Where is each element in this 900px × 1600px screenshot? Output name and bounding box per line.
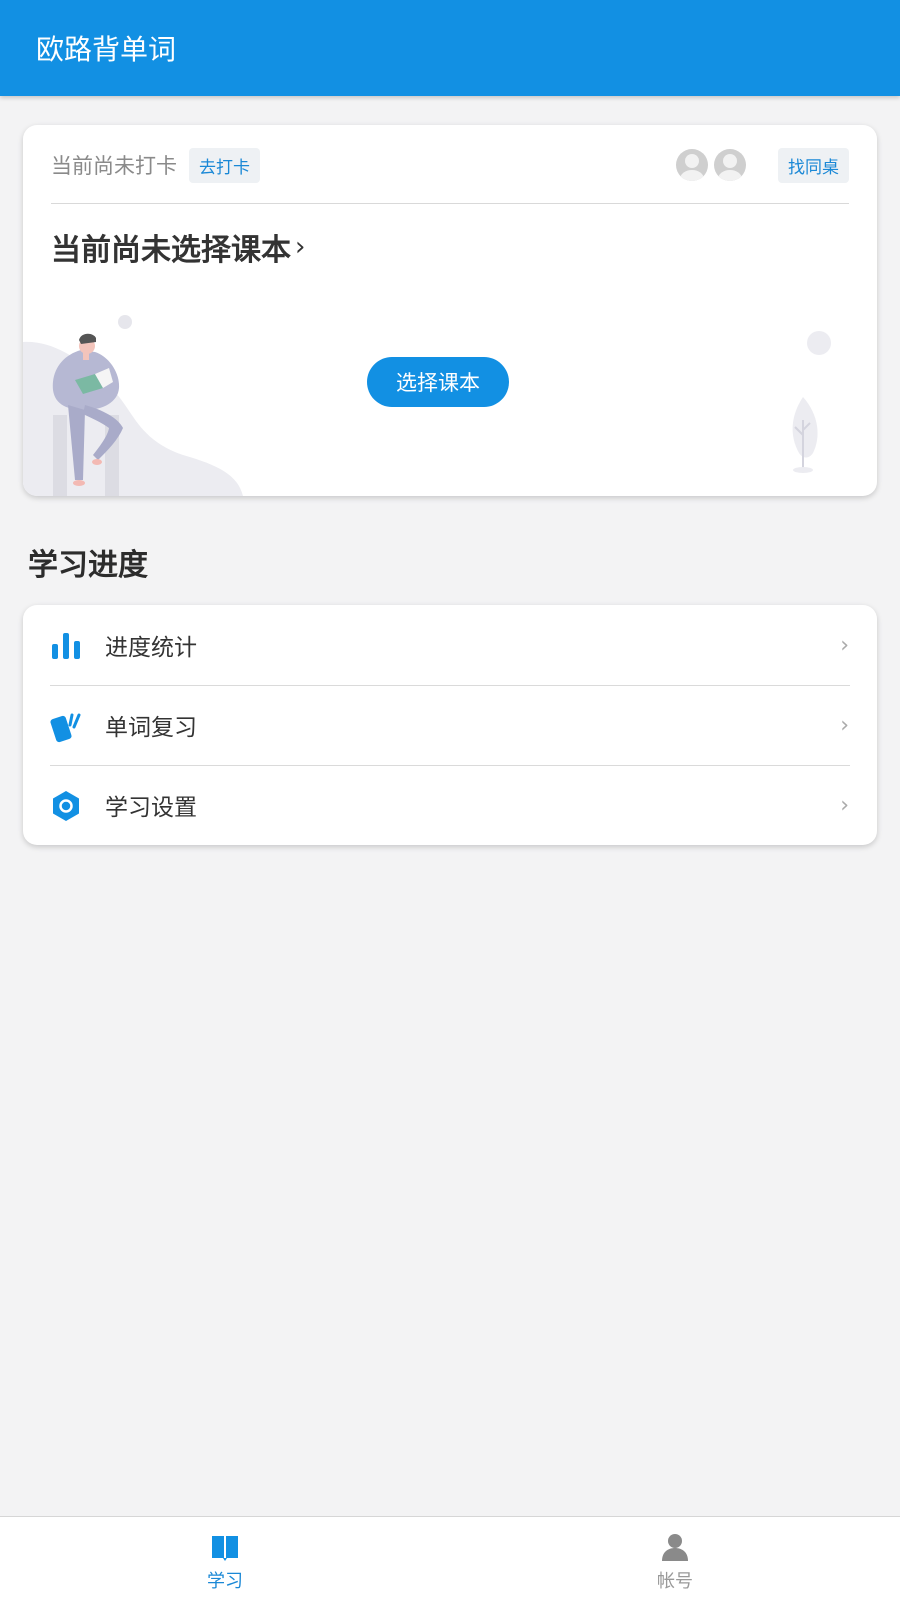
find-deskmate-button[interactable]: 找同桌 — [778, 147, 849, 183]
nav-label-study: 学习 — [207, 1571, 243, 1592]
nav-tab-account[interactable]: 帐号 — [450, 1517, 900, 1600]
checkin-status-text: 当前尚未打卡 — [51, 154, 177, 178]
checkin-card: 当前尚未打卡 去打卡 找同桌 当前尚未选择课本 › 选择课本 — [23, 125, 877, 496]
app-title: 欧路背单词 — [36, 33, 177, 66]
reading-person-illustration — [23, 315, 243, 496]
plant-illustration — [792, 331, 831, 473]
chevron-right-icon: › — [840, 712, 849, 738]
chevron-right-icon: › — [840, 632, 849, 658]
select-book-button[interactable]: 选择课本 — [367, 357, 509, 407]
select-book-link[interactable]: 当前尚未选择课本 › — [51, 225, 305, 269]
book-icon — [212, 1536, 238, 1561]
bar-chart-icon — [52, 633, 80, 659]
menu-item-label: 进度统计 — [105, 635, 197, 661]
menu-item-word-review[interactable]: 单词复习 › — [23, 685, 877, 765]
person-icon — [662, 1534, 688, 1561]
settings-hexagon-icon — [53, 791, 79, 821]
checkin-row: 当前尚未打卡 去打卡 找同桌 — [51, 147, 849, 183]
progress-section-heading: 学习进度 — [28, 548, 148, 583]
menu-item-study-settings[interactable]: 学习设置 › — [23, 765, 877, 845]
menu-item-label: 单词复习 — [105, 715, 197, 741]
deskmate-avatar-1 — [676, 149, 708, 181]
current-book-title: 当前尚未选择课本 — [51, 233, 291, 268]
cards-icon — [50, 713, 81, 743]
menu-item-label: 学习设置 — [105, 795, 197, 821]
chevron-right-icon: › — [840, 792, 849, 818]
chevron-right-icon: › — [295, 232, 306, 262]
nav-tab-study[interactable]: 学习 — [0, 1517, 450, 1600]
app-bar: 欧路背单词 — [0, 0, 900, 96]
menu-item-progress-stats[interactable]: 进度统计 › — [23, 605, 877, 685]
nav-label-account: 帐号 — [657, 1571, 693, 1592]
deskmate-avatar-2 — [714, 149, 746, 181]
progress-menu-card: 进度统计 › 单词复习 › 学习设置 › — [23, 605, 877, 845]
card-divider — [51, 203, 849, 204]
checkin-button[interactable]: 去打卡 — [189, 147, 260, 183]
bottom-nav: 学习 帐号 — [0, 1516, 900, 1600]
